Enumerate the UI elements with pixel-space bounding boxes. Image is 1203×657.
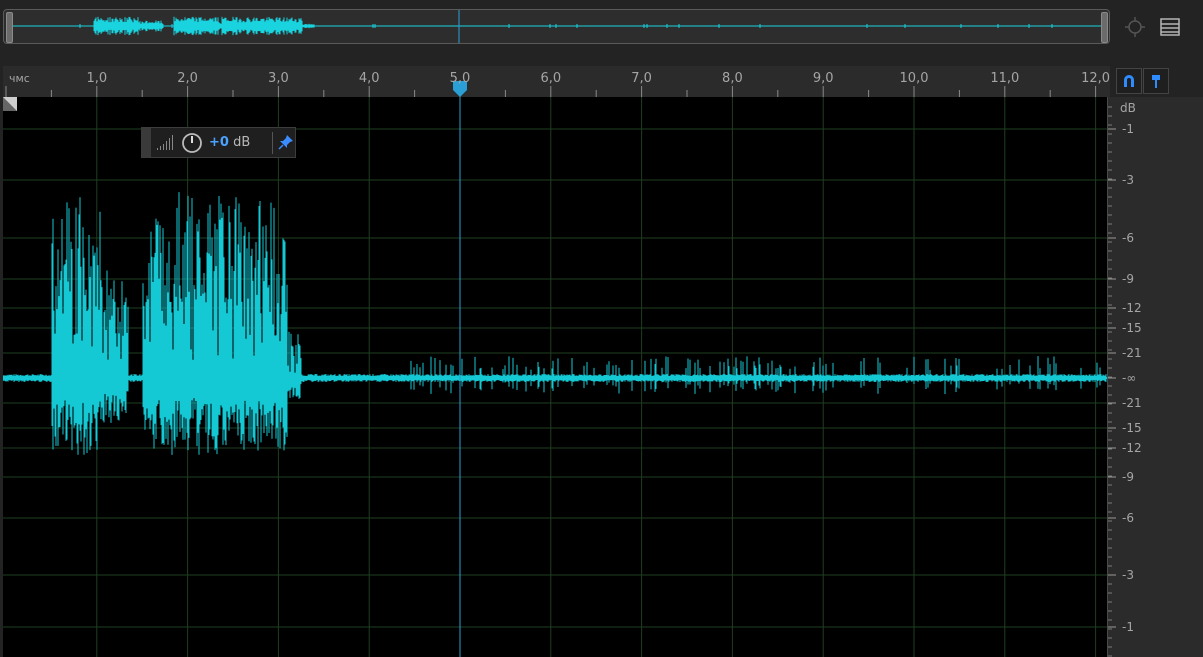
ruler-tick-label: 1,0: [86, 71, 108, 86]
db-unit-label: dB: [1120, 101, 1136, 115]
ruler-tick-label: 6,0: [540, 71, 562, 86]
ruler-tick-label: 2,0: [177, 71, 198, 86]
ruler-tick-label: 3,0: [268, 71, 289, 86]
db-label: -6: [1122, 231, 1134, 245]
waveform-path: [3, 192, 1107, 455]
overview-waveform: [12, 10, 1103, 43]
waveform-display[interactable]: [3, 97, 1107, 657]
db-label: -21: [1122, 346, 1142, 360]
db-label: -6: [1122, 511, 1134, 525]
level-meter-icon: [157, 135, 173, 150]
ruler-tick-label: 9,0: [812, 71, 834, 86]
ruler-tick-label: 8,0: [722, 71, 743, 86]
volume-knob-icon[interactable]: [181, 132, 203, 154]
db-label: -15: [1122, 321, 1142, 335]
db-label: -3: [1122, 173, 1134, 187]
db-label: -9: [1122, 272, 1134, 286]
marker-pin-icon: [1152, 75, 1160, 88]
hud-grip-handle[interactable]: [142, 128, 151, 157]
db-label: -∞: [1122, 371, 1137, 385]
snap-magnet-icon: [1124, 75, 1134, 87]
ruler-tick-label: 5,0: [449, 71, 471, 86]
db-label: -1: [1122, 620, 1134, 634]
snap-button[interactable]: [1116, 68, 1142, 94]
db-label: -12: [1122, 301, 1142, 315]
marker-button[interactable]: [1143, 68, 1169, 94]
time-unit-label: чмс: [9, 72, 30, 85]
ruler-tick-label: 7,0: [631, 71, 652, 86]
ruler-tick-label: 11,0: [990, 71, 1020, 86]
db-label: -3: [1122, 568, 1134, 582]
ruler-tick-label: 10,0: [899, 71, 929, 86]
time-ruler[interactable]: чмс 1,0 2,0 3,0 4,0 5,0 6,0 7,0 8,0 9,0 10,0 11,0 1…: [3, 66, 1110, 98]
db-label: -1: [1122, 122, 1134, 136]
waveform-group: [3, 192, 1107, 455]
volume-number: +0: [209, 135, 229, 150]
db-label: -15: [1122, 421, 1142, 435]
waveform-overview[interactable]: [3, 9, 1110, 44]
hud-separator: [272, 132, 273, 154]
volume-value[interactable]: +0 dB: [209, 135, 250, 150]
zoom-navigator-icon[interactable]: [1124, 16, 1146, 38]
db-label: -12: [1122, 441, 1142, 455]
db-scale[interactable]: dB -1 -3 -6 -9 -12 -15 -21 -∞ -21 -15 -12 -9 -6 -3 -1: [1107, 97, 1203, 657]
db-label: -9: [1122, 470, 1134, 484]
db-label: -21: [1122, 396, 1142, 410]
ruler-tick-label: 4,0: [358, 71, 380, 86]
ruler-tick-label: 12,0: [1081, 71, 1111, 86]
overview-right-handle[interactable]: [1101, 12, 1108, 43]
panel-menu-icon[interactable]: [1159, 17, 1181, 37]
waveform-canvas: [3, 97, 1107, 657]
overview-waveform-path: [53, 16, 1101, 36]
overview-left-handle[interactable]: [6, 12, 13, 43]
pin-icon[interactable]: [278, 134, 294, 150]
fade-out-handle-icon[interactable]: [3, 97, 17, 111]
volume-unit: dB: [228, 135, 251, 150]
hud-volume-control[interactable]: +0 dB: [141, 127, 296, 158]
